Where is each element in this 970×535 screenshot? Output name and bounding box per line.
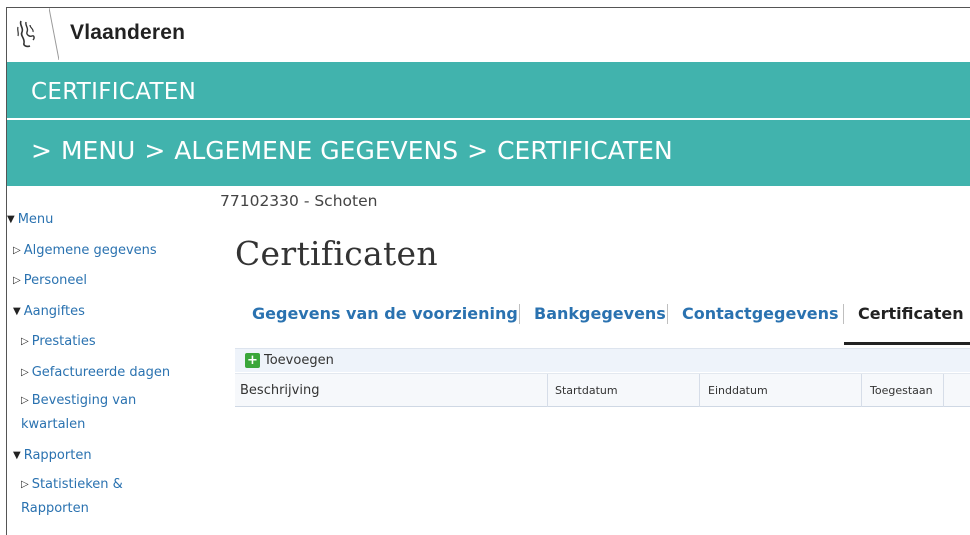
tab-certificaten[interactable]: Certificaten [844,301,970,345]
triangle-down-icon: ▼ [7,214,15,225]
column-header-beschrijving[interactable]: Beschrijving [240,374,319,407]
tab-gegevens-van-de-voorziening[interactable]: Gegevens van de voorziening [252,301,518,345]
page-header: CERTIFICATEN > MENU > ALGEMENE GEGEVENS > CER… [7,62,970,186]
tab-bankgegevens[interactable]: Bankgegevens [534,301,666,345]
sidebar-item-label: Bevestiging van kwartalen [21,393,137,432]
grid-header: Beschrijving Startdatum Einddatum Toeges… [235,373,970,407]
grid-toolbar: + Toevoegen [235,348,970,372]
sidebar-item-label: Aangiftes [23,304,85,319]
sidebar-item-label: Rapporten [23,448,92,463]
triangle-right-icon: ▷ [13,245,21,256]
sidebar-item-label: Gefactureerde dagen [31,365,171,380]
breadcrumb-separator: > [467,136,489,165]
browser-frame: Vlaanderen CERTIFICATEN > MENU > ALGEMENE G… [6,7,970,535]
triangle-right-icon: ▷ [21,367,29,378]
triangle-right-icon: ▷ [13,275,21,286]
triangle-right-icon: ▷ [21,479,29,490]
add-button[interactable]: Toevoegen [264,353,334,368]
sidebar-item-rapporten[interactable]: ▼ Rapporten [13,444,92,467]
sidebar-item-personeel[interactable]: ▷ Personeel [13,269,87,292]
tab-contactgegevens[interactable]: Contactgegevens [682,301,839,345]
column-header-startdatum[interactable]: Startdatum [555,374,618,407]
breadcrumb-certificaten: CERTIFICATEN [497,136,673,165]
brand-separator [49,8,59,60]
sidebar-item-label: Menu [17,212,54,227]
sidebar-item-label: Algemene gegevens [23,243,157,258]
page-title: Certificaten [235,234,438,273]
tab-separator [667,304,668,324]
sidebar-item-bevestiging-van-kwartalen[interactable]: ▷ Bevestiging van kwartalen [21,389,171,437]
sidebar-item-prestaties[interactable]: ▷ Prestaties [21,330,96,353]
plus-icon[interactable]: + [245,353,260,368]
organisation-label: 77102330 - Schoten [220,192,378,210]
breadcrumb-separator: > [144,136,166,165]
sidebar-item-label: Personeel [23,273,87,288]
sidebar-item-label: Prestaties [31,334,96,349]
breadcrumb-algemene-gegevens[interactable]: ALGEMENE GEGEVENS [174,136,458,165]
sidebar-item-statistieken-rapporten[interactable]: ▷ Statistieken & Rapporten [21,473,171,521]
breadcrumb: > MENU > ALGEMENE GEGEVENS > CERTIFICATEN [31,136,682,165]
triangle-down-icon: ▼ [13,450,21,461]
header-divider [7,118,970,120]
brand-bar: Vlaanderen [7,8,970,62]
column-header-toegestaan[interactable]: Toegestaan [870,374,933,407]
breadcrumb-menu[interactable]: MENU [61,136,135,165]
column-separator [861,374,862,407]
sidebar-item-algemene-gegevens[interactable]: ▷ Algemene gegevens [13,239,157,262]
column-header-einddatum[interactable]: Einddatum [708,374,768,407]
triangle-right-icon: ▷ [21,336,29,347]
sidebar-item-aangiftes[interactable]: ▼ Aangiftes [13,300,85,323]
header-title: CERTIFICATEN [31,79,197,105]
brand-name[interactable]: Vlaanderen [70,21,185,45]
column-separator [943,374,944,407]
column-separator [699,374,700,407]
sidebar-item-label: Statistieken & Rapporten [21,477,123,516]
sidebar-item-gefactureerde-dagen[interactable]: ▷ Gefactureerde dagen [21,361,170,384]
column-separator [547,374,548,407]
tab-bar: Gegevens van de voorziening Bankgegevens… [235,301,970,345]
tab-separator [519,304,520,324]
triangle-right-icon: ▷ [21,395,29,406]
flanders-lion-icon [17,20,35,48]
sidebar-item-menu[interactable]: ▼ Menu [7,208,53,231]
triangle-down-icon: ▼ [13,306,21,317]
breadcrumb-separator: > [31,136,52,165]
